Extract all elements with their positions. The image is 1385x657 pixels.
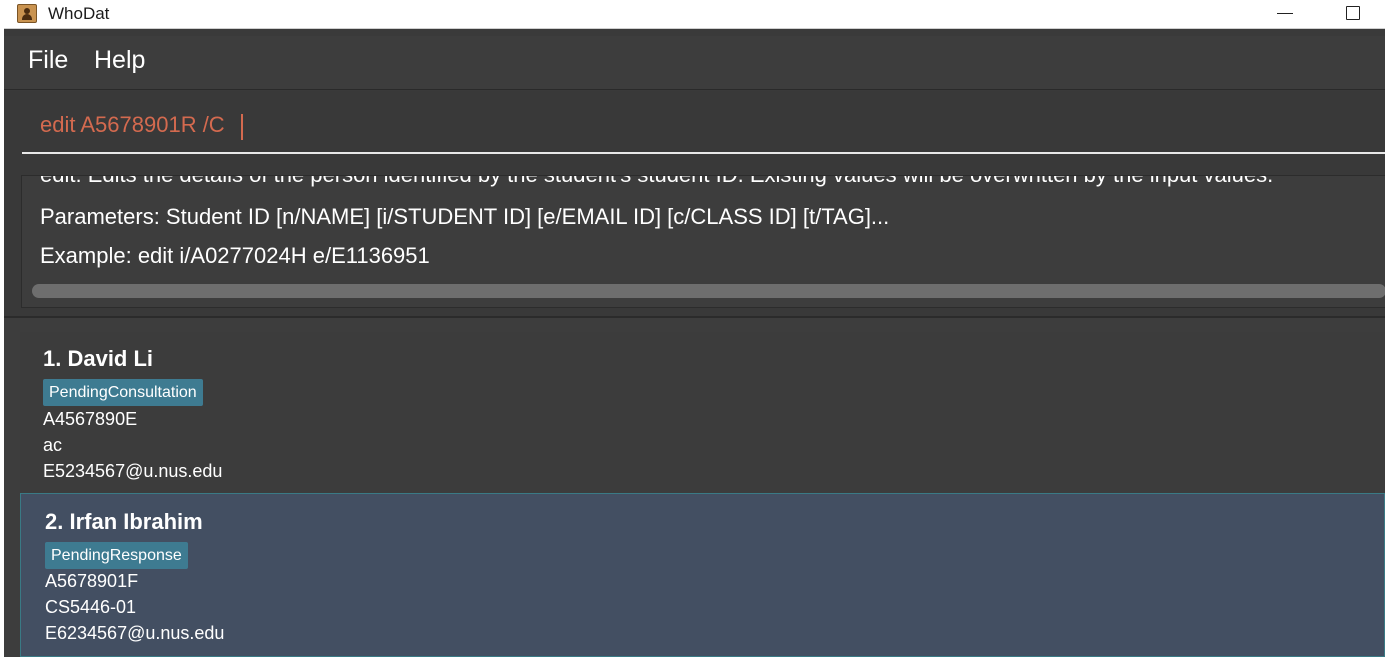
window-title: WhoDat <box>48 4 110 23</box>
student-id: A5678901F <box>45 571 139 591</box>
result-line-description: edit: Edits the details of the person id… <box>40 176 1273 188</box>
menu-bar: File Help <box>4 36 1385 90</box>
command-input[interactable] <box>22 101 1385 154</box>
command-box <box>4 91 1385 163</box>
menu-help[interactable]: Help <box>94 46 145 75</box>
tag-badge: PendingResponse <box>45 542 188 569</box>
text-cursor <box>241 114 243 140</box>
result-line-parameters: Parameters: Student ID [n/NAME] [i/STUDE… <box>40 204 890 229</box>
student-id: A4567890E <box>43 409 138 429</box>
person-card[interactable]: 1. David Li PendingConsultation A4567890… <box>20 332 1385 493</box>
result-display: edit: Edits the details of the person id… <box>4 163 1385 318</box>
person-list[interactable]: 1. David Li PendingConsultation A4567890… <box>4 318 1385 657</box>
email: E6234567@u.nus.edu <box>45 623 225 643</box>
result-text-area[interactable]: edit: Edits the details of the person id… <box>21 175 1385 308</box>
address-book-icon <box>17 4 37 23</box>
tag-badge: PendingConsultation <box>43 379 203 406</box>
person-card-selected[interactable]: 2. Irfan Ibrahim PendingResponse A567890… <box>20 493 1385 657</box>
minimize-icon[interactable] <box>1277 13 1293 14</box>
person-name: 2. Irfan Ibrahim <box>45 509 203 534</box>
class-id: ac <box>43 435 63 455</box>
maximize-icon[interactable] <box>1346 6 1360 20</box>
horizontal-scrollbar[interactable] <box>32 284 1385 298</box>
email: E5234567@u.nus.edu <box>43 461 223 481</box>
title-bar: WhoDat <box>0 0 1385 29</box>
person-name: 1. David Li <box>43 346 154 371</box>
menu-file[interactable]: File <box>28 46 68 75</box>
result-line-example: Example: edit i/A0277024H e/E1136951 <box>40 243 430 268</box>
class-id: CS5446-01 <box>45 597 137 617</box>
